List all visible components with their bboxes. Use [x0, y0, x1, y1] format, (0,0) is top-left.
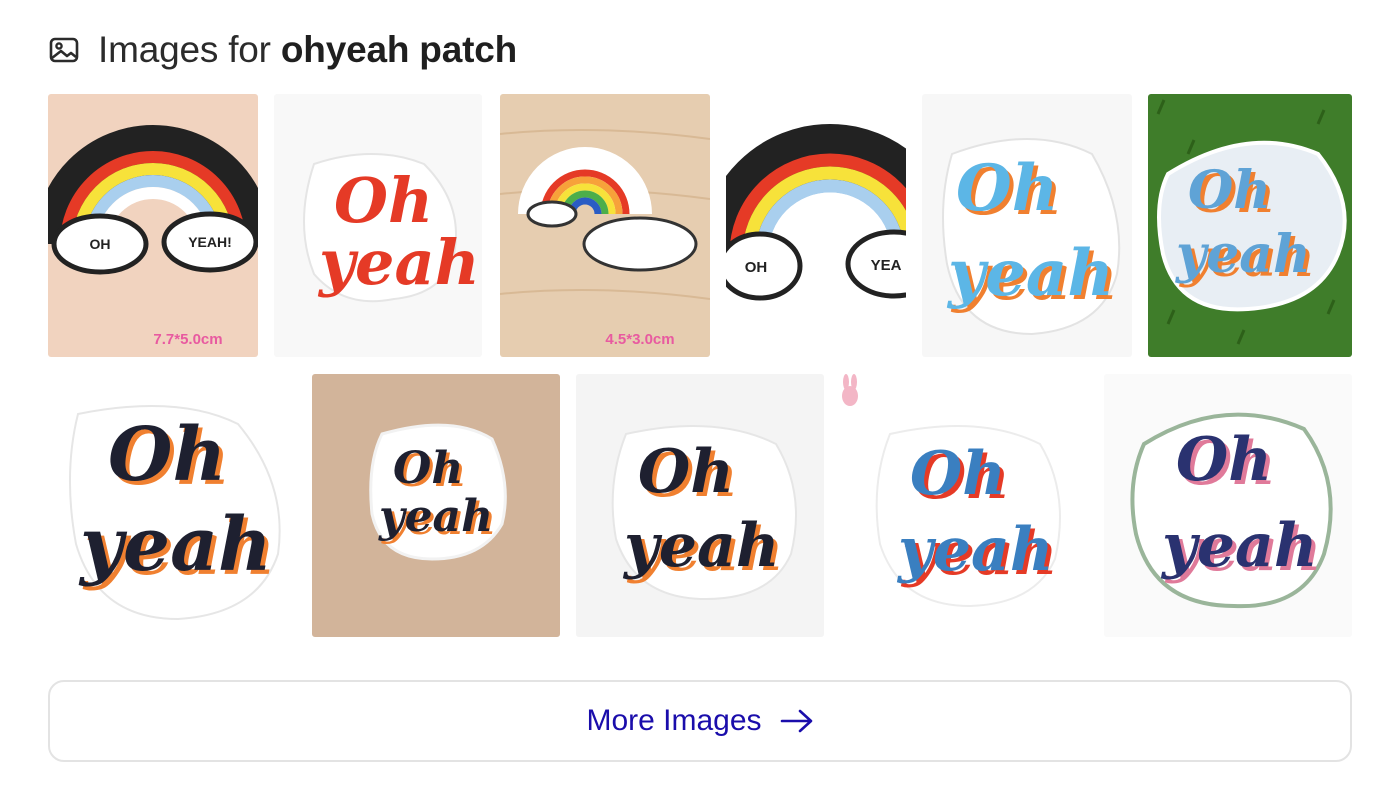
svg-text:yeah: yeah: [622, 511, 780, 581]
search-query-text[interactable]: ohyeah patch: [281, 29, 517, 70]
svg-text:Oh: Oh: [393, 443, 463, 494]
size-label: 4.5*3.0cm: [605, 331, 674, 348]
oh-yeah-tan-background-patch-image[interactable]: Oh Oh yeah yeah: [312, 374, 560, 637]
svg-text:Oh: Oh: [1188, 160, 1271, 221]
image-row-1: OH YEAH! 7.7*5.0cm Oh yeah 4.5*3.0cm OH …: [48, 94, 1352, 357]
more-images-label: More Images: [586, 704, 762, 737]
cloud-left-text: OH: [745, 259, 768, 276]
oh-yeah-red-patch-image[interactable]: Oh yeah: [274, 94, 482, 357]
oh-yeah-large-patch-image[interactable]: Oh Oh yeah yeah: [48, 374, 296, 637]
section-title: Images for ohyeah patch: [98, 29, 517, 71]
svg-text:yeah: yeah: [78, 502, 272, 588]
section-header: Images for ohyeah patch: [48, 28, 517, 72]
svg-text:yeah: yeah: [1160, 511, 1318, 581]
size-label: 7.7*5.0cm: [153, 331, 222, 348]
oh-yeah-navy-patch-image[interactable]: Oh Oh yeah yeah: [1104, 374, 1352, 637]
svg-text:yeah: yeah: [946, 236, 1114, 311]
oh-yeah-grass-patch-image[interactable]: Oh Oh yeah yeah: [1148, 94, 1352, 357]
title-prefix: Images for: [98, 29, 271, 70]
image-row-2: Oh Oh yeah yeah Oh Oh yeah yeah Oh Oh ye…: [48, 374, 1352, 637]
arrow-right-icon: [780, 708, 814, 734]
more-images-button[interactable]: More Images: [48, 680, 1352, 762]
svg-text:Oh: Oh: [910, 439, 1006, 509]
rainbow-cloud-patch-image[interactable]: OH YEAH! 7.7*5.0cm: [48, 94, 258, 357]
cloud-right-text: YEA: [871, 257, 902, 274]
svg-text:Oh: Oh: [1176, 425, 1272, 495]
svg-text:yeah: yeah: [896, 515, 1054, 585]
oh-yeah-blue-shadow-patch-image[interactable]: Oh Oh yeah yeah: [840, 374, 1088, 637]
svg-text:Oh: Oh: [108, 412, 226, 498]
rainbow-cloud-cropped-patch-image[interactable]: OH YEA: [726, 94, 906, 357]
oh-yeah-blue-patch-image[interactable]: Oh Oh yeah yeah: [922, 94, 1132, 357]
patch-text-line2: yeah: [317, 226, 480, 299]
cloud-left-text: OH: [90, 236, 111, 252]
oh-yeah-white-background-patch-image[interactable]: Oh Oh yeah yeah: [576, 374, 824, 637]
svg-text:yeah: yeah: [1175, 224, 1311, 285]
rainbow-cloud-wood-patch-image[interactable]: 4.5*3.0cm: [500, 94, 710, 357]
image-icon: [48, 34, 80, 66]
svg-text:Oh: Oh: [956, 151, 1058, 226]
svg-text:yeah: yeah: [378, 491, 493, 542]
cloud-right-text: YEAH!: [188, 234, 232, 250]
svg-text:Oh: Oh: [638, 437, 734, 507]
